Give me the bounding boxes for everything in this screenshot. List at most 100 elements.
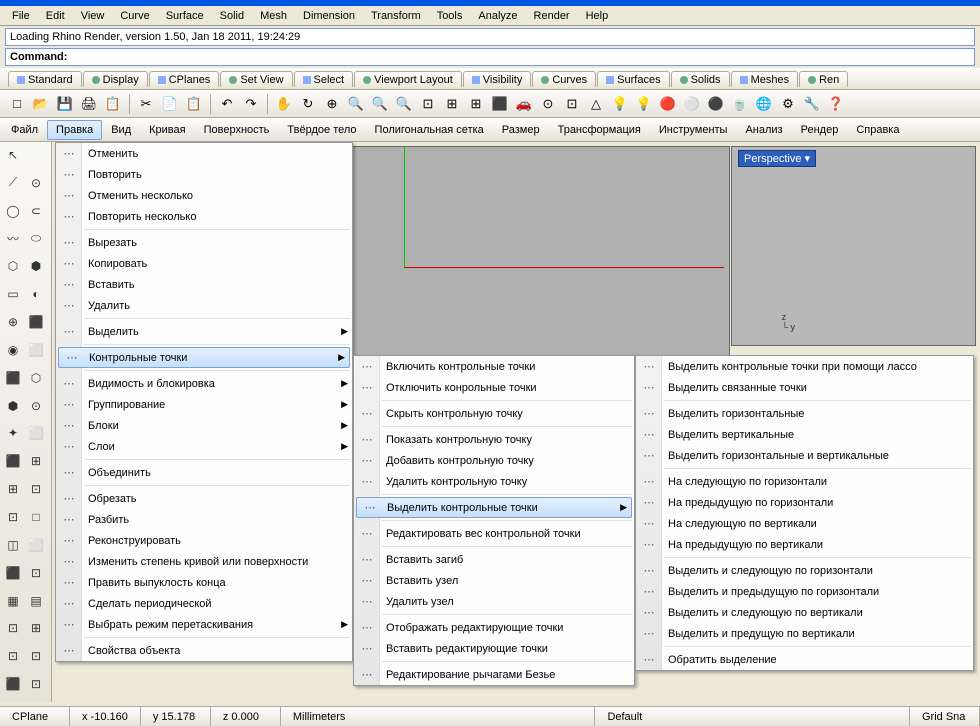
tool-button-6[interactable]: 〰 <box>2 228 24 250</box>
tool-button-9[interactable]: ⬢ <box>25 255 47 277</box>
menu-view[interactable]: View <box>73 8 113 24</box>
toolbar-button-16[interactable]: ⊡ <box>417 93 439 115</box>
toolbar-button-26[interactable]: 🔴 <box>657 93 679 115</box>
menu-analyze[interactable]: Analyze <box>470 8 525 24</box>
menu-item[interactable]: ⋯Выделить горизонтальные и вертикальные <box>636 445 973 466</box>
tab-curves[interactable]: Curves <box>532 71 596 87</box>
menu-surface[interactable]: Surface <box>158 8 212 24</box>
tool-button-1[interactable] <box>25 144 47 166</box>
toolbar-button-3[interactable]: 🖨 <box>78 93 100 115</box>
tab-cplanes[interactable]: CPlanes <box>149 71 220 87</box>
menu-item[interactable]: ⋯Выделить контрольные точки при помощи л… <box>636 356 973 377</box>
toolbar-button-12[interactable]: ⊕ <box>321 93 343 115</box>
menu-help[interactable]: Help <box>578 8 617 24</box>
menu-edit[interactable]: Edit <box>38 8 73 24</box>
tool-button-7[interactable]: ⬭ <box>25 228 47 250</box>
menu-item[interactable]: ⋯Выделить и предущую по вертикали <box>636 623 973 644</box>
menu-item[interactable]: ⋯Обрезать <box>56 488 352 509</box>
toolbar-button-5[interactable]: ✂ <box>135 93 157 115</box>
ru-menu-item[interactable]: Правка <box>47 120 102 140</box>
tab-standard[interactable]: Standard <box>8 71 82 87</box>
tool-button-29[interactable]: ⬜ <box>25 534 47 556</box>
menu-item[interactable]: ⋯Выделить горизонтальные <box>636 403 973 424</box>
menu-item[interactable]: ⋯Копировать <box>56 253 352 274</box>
menu-item[interactable]: ⋯Контрольные точки▶ <box>58 347 350 368</box>
tool-button-27[interactable]: □ <box>25 506 47 528</box>
menu-item[interactable]: ⋯Объединить <box>56 462 352 483</box>
tool-button-11[interactable]: ◐ <box>25 283 47 305</box>
menu-item[interactable]: ⋯Выделить связанные точки <box>636 377 973 398</box>
tool-button-5[interactable]: ⊂ <box>25 200 47 222</box>
menu-file[interactable]: File <box>4 8 38 24</box>
sb-snap[interactable]: Grid Sna <box>910 707 980 726</box>
toolbar-button-18[interactable]: ⊞ <box>465 93 487 115</box>
menu-mesh[interactable]: Mesh <box>252 8 295 24</box>
menu-tools[interactable]: Tools <box>429 8 471 24</box>
tool-button-33[interactable]: ▤ <box>25 590 47 612</box>
menu-item[interactable]: ⋯На следующую по вертикали <box>636 513 973 534</box>
tab-surfaces[interactable]: Surfaces <box>597 71 669 87</box>
menu-item[interactable]: ⋯На предыдущую по горизонтали <box>636 492 973 513</box>
toolbar-button-27[interactable]: ⚪ <box>681 93 703 115</box>
tool-button-2[interactable]: ⟋ <box>2 172 24 194</box>
menu-item[interactable]: ⋯Повторить несколько <box>56 206 352 227</box>
toolbar-button-20[interactable]: 🚗 <box>513 93 535 115</box>
toolbar-button-22[interactable]: ⊡ <box>561 93 583 115</box>
tool-button-4[interactable]: ◯ <box>2 200 24 222</box>
menu-item[interactable]: ⋯Вставить загиб <box>354 549 634 570</box>
tool-button-26[interactable]: ⊡ <box>2 506 24 528</box>
menu-item[interactable]: ⋯На предыдущую по вертикали <box>636 534 973 555</box>
tool-button-20[interactable]: ✦ <box>2 422 24 444</box>
toolbar-button-0[interactable]: □ <box>6 93 28 115</box>
command-input[interactable]: Command: <box>5 48 975 66</box>
tool-button-18[interactable]: ⬢ <box>2 395 24 417</box>
tool-button-3[interactable]: ⊙ <box>25 172 47 194</box>
menu-item[interactable]: ⋯Разбить <box>56 509 352 530</box>
toolbar-button-2[interactable]: 💾 <box>54 93 76 115</box>
menu-item[interactable]: ⋯Отменить <box>56 143 352 164</box>
menu-item[interactable]: ⋯Сделать периодической <box>56 593 352 614</box>
toolbar-button-17[interactable]: ⊞ <box>441 93 463 115</box>
menu-item[interactable]: ⋯Выделить и следующую по горизонтали <box>636 560 973 581</box>
toolbar-button-30[interactable]: 🌐 <box>753 93 775 115</box>
ru-menu-item[interactable]: Размер <box>493 120 549 140</box>
tab-meshes[interactable]: Meshes <box>731 71 799 87</box>
tool-button-15[interactable]: ⬜ <box>25 339 47 361</box>
menu-item[interactable]: ⋯Включить контрольные точки <box>354 356 634 377</box>
tool-button-12[interactable]: ⊕ <box>2 311 24 333</box>
tool-button-30[interactable]: ⬛ <box>2 562 24 584</box>
tool-button-16[interactable]: ⬛ <box>2 367 24 389</box>
toolbar-button-32[interactable]: 🔧 <box>801 93 823 115</box>
menu-transform[interactable]: Transform <box>363 8 429 24</box>
tool-button-35[interactable]: ⊞ <box>25 617 47 639</box>
menu-item[interactable]: ⋯Реконструировать <box>56 530 352 551</box>
toolbar-button-14[interactable]: 🔍 <box>369 93 391 115</box>
menu-item[interactable]: ⋯Вставить <box>56 274 352 295</box>
menu-item[interactable]: ⋯Выделить▶ <box>56 321 352 342</box>
tool-button-17[interactable]: ⬡ <box>25 367 47 389</box>
toolbar-button-6[interactable]: 📄 <box>159 93 181 115</box>
tool-button-23[interactable]: ⊞ <box>25 450 47 472</box>
ru-menu-item[interactable]: Инструменты <box>650 120 737 140</box>
tool-button-32[interactable]: ▦ <box>2 590 24 612</box>
menu-item[interactable]: ⋯Отменить несколько <box>56 185 352 206</box>
toolbar-button-10[interactable]: ✋ <box>273 93 295 115</box>
viewport-label[interactable]: Perspective ▾ <box>738 150 816 167</box>
menu-item[interactable]: ⋯Обратить выделение <box>636 649 973 670</box>
sb-units[interactable]: Millimeters <box>281 707 596 726</box>
tab-set-view[interactable]: Set View <box>220 71 292 87</box>
toolbar-button-28[interactable]: ⚫ <box>705 93 727 115</box>
tool-button-28[interactable]: ◫ <box>2 534 24 556</box>
toolbar-button-1[interactable]: 📂 <box>30 93 52 115</box>
menu-item[interactable]: ⋯Редактирование рычагами Безье <box>354 664 634 685</box>
toolbar-button-15[interactable]: 🔍 <box>393 93 415 115</box>
menu-dimension[interactable]: Dimension <box>295 8 363 24</box>
menu-item[interactable]: ⋯Добавить контрольную точку <box>354 450 634 471</box>
tab-solids[interactable]: Solids <box>671 71 730 87</box>
menu-curve[interactable]: Curve <box>112 8 157 24</box>
tool-button-37[interactable]: ⊡ <box>25 645 47 667</box>
toolbar-button-29[interactable]: 🍵 <box>729 93 751 115</box>
menu-item[interactable]: ⋯Показать контрольную точку <box>354 429 634 450</box>
menu-item[interactable]: ⋯На следующую по горизонтали <box>636 471 973 492</box>
ru-menu-item[interactable]: Твёрдое тело <box>278 120 365 140</box>
